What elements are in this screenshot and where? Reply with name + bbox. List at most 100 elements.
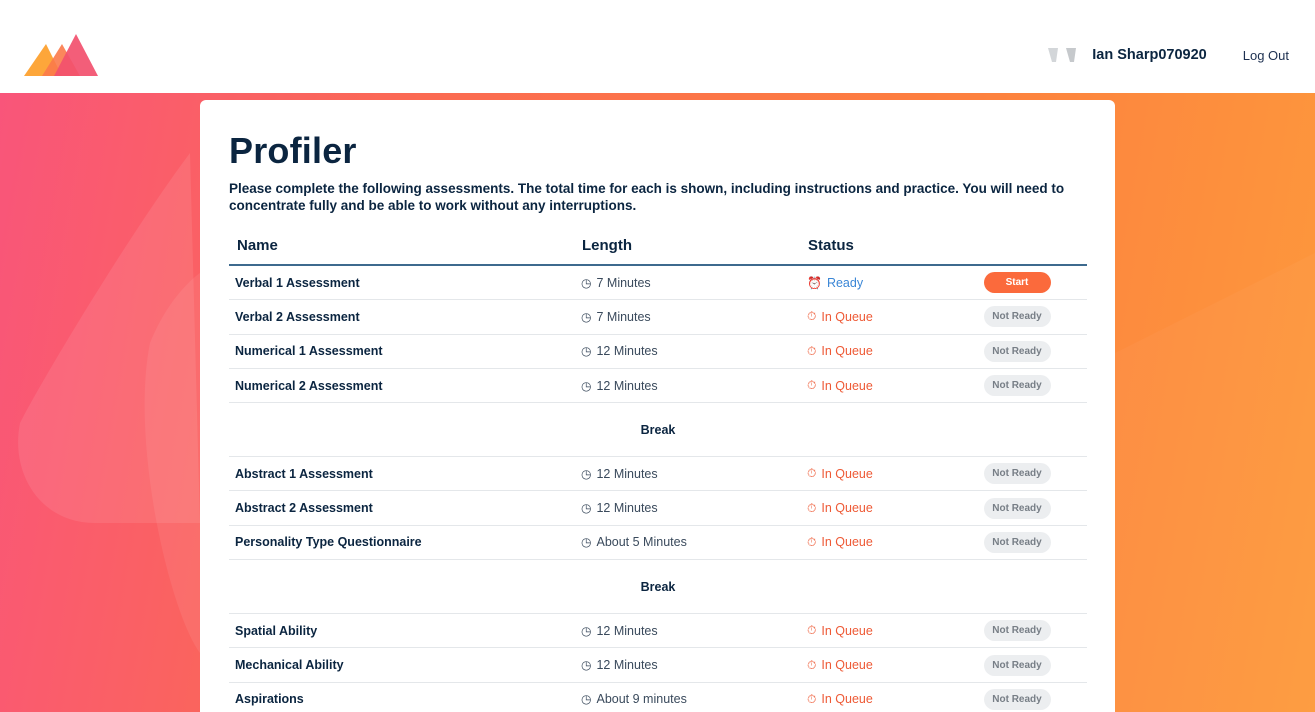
- page-intro: Please complete the following assessment…: [229, 181, 1065, 213]
- table-row: Abstract 1 Assessment ◷ 12 Minutes ⏱ In Queu…: [229, 457, 1087, 492]
- assessment-length: ◷ 12 Minutes: [581, 491, 658, 524]
- clock-icon: ◷: [581, 623, 592, 638]
- assessment-length: ◷ 12 Minutes: [581, 648, 658, 681]
- assessment-length: ◷ 12 Minutes: [581, 614, 658, 647]
- status-text: In Queue: [821, 535, 873, 550]
- action-cell: Not Ready: [983, 457, 1051, 490]
- assessment-length: ◷ About 5 Minutes: [581, 526, 687, 559]
- clock-icon: ◷: [581, 658, 592, 673]
- stopwatch-icon: ⏱: [807, 534, 817, 549]
- length-text: About 9 minutes: [596, 692, 687, 707]
- top-navigation-bar: Ian Sharp070920 Log Out: [0, 0, 1315, 93]
- status-text: In Queue: [821, 623, 873, 638]
- table-row: Verbal 1 Assessment ◷ 7 Minutes ⏰ Ready Start: [229, 266, 1087, 301]
- not-ready-button: Not Ready: [983, 497, 1051, 519]
- action-cell: Not Ready: [983, 648, 1051, 681]
- assessment-status: ⏱ In Queue: [807, 614, 873, 647]
- break-label: Break: [640, 579, 676, 594]
- clock-icon: ◷: [581, 275, 592, 290]
- action-cell: Not Ready: [983, 683, 1051, 712]
- assessment-table: Name Length Status Verbal 1 Assessment ◷ 7…: [229, 230, 1087, 712]
- assessment-length: ◷ 7 Minutes: [581, 300, 651, 333]
- not-ready-button: Not Ready: [983, 654, 1051, 676]
- assessment-name: Abstract 2 Assessment: [235, 501, 373, 516]
- stopwatch-icon: ⏱: [807, 309, 817, 324]
- status-text: In Queue: [821, 378, 873, 393]
- action-cell: Not Ready: [983, 491, 1051, 524]
- table-row: Personality Type Questionnaire ◷ About 5 M…: [229, 526, 1087, 561]
- column-header-length: Length: [582, 237, 632, 254]
- length-text: About 5 Minutes: [596, 535, 687, 550]
- assessment-name: Mechanical Ability: [235, 658, 344, 673]
- page-title: Profiler: [229, 130, 357, 171]
- assessment-status: ⏱ In Queue: [807, 300, 873, 333]
- assessment-status: ⏱ In Queue: [807, 335, 873, 368]
- assessment-length: ◷ 7 Minutes: [581, 266, 651, 299]
- user-name: Ian Sharp070920: [1092, 47, 1207, 63]
- assessment-length: ◷ 12 Minutes: [581, 369, 658, 402]
- assessment-name: Spatial Ability: [235, 623, 318, 638]
- assessment-name: Abstract 1 Assessment: [235, 466, 373, 481]
- table-row: Abstract 2 Assessment ◷ 12 Minutes ⏱ In Queu…: [229, 491, 1087, 526]
- length-text: 12 Minutes: [596, 501, 658, 516]
- assessment-name: Numerical 1 Assessment: [235, 344, 383, 359]
- clock-icon: ◷: [581, 692, 592, 707]
- length-text: 12 Minutes: [596, 466, 658, 481]
- status-text: In Queue: [821, 466, 873, 481]
- clock-icon: ◷: [581, 309, 592, 324]
- assessment-name: Numerical 2 Assessment: [235, 378, 383, 393]
- start-button[interactable]: Start: [983, 272, 1051, 294]
- logout-link[interactable]: Log Out: [1243, 48, 1289, 63]
- assessment-status: ⏱ In Queue: [807, 683, 873, 712]
- assessment-name: Aspirations: [235, 692, 304, 707]
- stopwatch-icon: ⏱: [807, 466, 817, 481]
- table-row: Aspirations ◷ About 9 minutes ⏱ In Queue Not …: [229, 683, 1087, 712]
- status-text: In Queue: [821, 344, 873, 359]
- clock-icon: ◷: [581, 501, 592, 516]
- not-ready-button: Not Ready: [983, 375, 1051, 397]
- action-cell: Start: [983, 266, 1051, 299]
- length-text: 12 Minutes: [596, 658, 658, 673]
- length-text: 7 Minutes: [596, 309, 651, 324]
- table-row: Mechanical Ability ◷ 12 Minutes ⏱ In Queue No…: [229, 648, 1087, 683]
- stopwatch-icon: ⏱: [807, 343, 817, 358]
- break-row: Break: [229, 403, 1087, 458]
- assessment-status: ⏱ In Queue: [807, 369, 873, 402]
- length-text: 7 Minutes: [596, 275, 651, 290]
- user-avatar-icon: [1048, 48, 1077, 62]
- not-ready-button: Not Ready: [983, 620, 1051, 642]
- action-cell: Not Ready: [983, 335, 1051, 368]
- stopwatch-icon: ⏱: [807, 691, 817, 706]
- length-text: 12 Minutes: [596, 623, 658, 638]
- assessment-status: ⏰ Ready: [807, 266, 863, 299]
- assessment-name: Verbal 2 Assessment: [235, 309, 360, 324]
- assessment-name: Personality Type Questionnaire: [235, 535, 422, 550]
- stopwatch-icon: ⏱: [807, 623, 817, 638]
- status-text: In Queue: [821, 309, 873, 324]
- table-body: Verbal 1 Assessment ◷ 7 Minutes ⏰ Ready Start…: [229, 266, 1087, 712]
- clock-icon: ◷: [581, 344, 592, 359]
- assessment-status: ⏱ In Queue: [807, 526, 873, 559]
- table-row: Verbal 2 Assessment ◷ 7 Minutes ⏱ In Queue No…: [229, 300, 1087, 335]
- not-ready-button: Not Ready: [983, 306, 1051, 328]
- clock-icon: ◷: [581, 535, 592, 550]
- profiler-card: Profiler Please complete the following a…: [200, 100, 1115, 712]
- table-row: Numerical 1 Assessment ◷ 12 Minutes ⏱ In Que…: [229, 335, 1087, 369]
- assessment-length: ◷ About 9 minutes: [581, 683, 687, 712]
- table-header: Name Length Status: [229, 230, 1087, 266]
- stopwatch-icon: ⏱: [807, 657, 817, 672]
- action-cell: Not Ready: [983, 526, 1051, 559]
- status-text: In Queue: [821, 692, 873, 707]
- assessment-name: Verbal 1 Assessment: [235, 275, 360, 290]
- status-text: In Queue: [821, 501, 873, 516]
- break-row: Break: [229, 560, 1087, 615]
- clock-icon: ◷: [581, 378, 592, 393]
- assessment-length: ◷ 12 Minutes: [581, 457, 658, 490]
- assessment-status: ⏱ In Queue: [807, 491, 873, 524]
- table-row: Spatial Ability ◷ 12 Minutes ⏱ In Queue Not R…: [229, 614, 1087, 649]
- not-ready-button: Not Ready: [983, 463, 1051, 485]
- length-text: 12 Minutes: [596, 344, 658, 359]
- user-menu: Ian Sharp070920 Log Out: [1046, 44, 1289, 66]
- not-ready-button: Not Ready: [983, 688, 1051, 710]
- brand-logo-icon[interactable]: [24, 32, 100, 78]
